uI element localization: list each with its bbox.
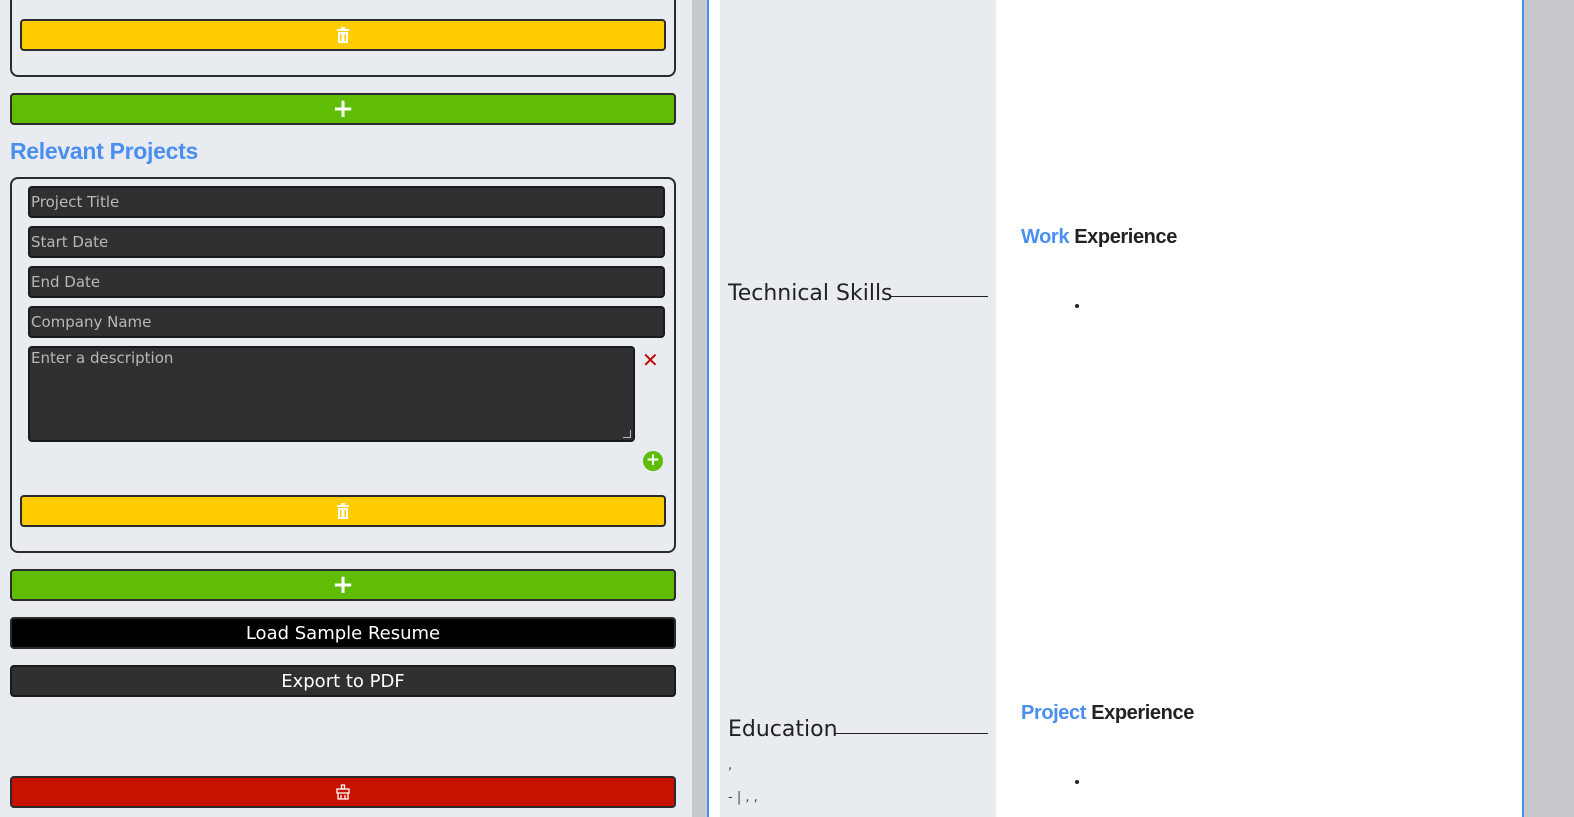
project-end-date-input[interactable]: End Date bbox=[28, 266, 665, 298]
reset-button[interactable] bbox=[10, 776, 676, 808]
work-bullet bbox=[1075, 304, 1079, 308]
add-project-button[interactable]: + bbox=[10, 569, 676, 601]
trash-icon bbox=[337, 503, 349, 519]
add-experience-button[interactable]: + bbox=[10, 93, 676, 125]
export-pdf-button[interactable]: Export to PDF bbox=[10, 665, 676, 697]
close-icon[interactable]: ✕ bbox=[642, 350, 659, 370]
project-experience-heading: Project Experience bbox=[1021, 702, 1194, 725]
project-bullet bbox=[1075, 780, 1079, 784]
education-entry-line: , bbox=[728, 758, 733, 773]
delete-entry-button[interactable] bbox=[20, 19, 666, 51]
education-rule bbox=[834, 733, 988, 734]
work-experience-heading: Work Experience bbox=[1021, 226, 1177, 249]
education-entry-details: - | , , bbox=[728, 790, 758, 805]
resize-handle[interactable] bbox=[623, 430, 631, 438]
project-company-input[interactable]: Company Name bbox=[28, 306, 665, 338]
plus-icon: + bbox=[332, 94, 354, 124]
work-heading-accent: Work bbox=[1021, 226, 1070, 248]
education-heading: Education bbox=[728, 717, 838, 742]
plus-circle-icon[interactable]: + bbox=[643, 451, 663, 471]
project-heading-rest: Experience bbox=[1091, 702, 1194, 724]
project-title-input[interactable]: Project Title bbox=[28, 186, 665, 218]
project-start-date-input[interactable]: Start Date bbox=[28, 226, 665, 258]
resume-editor-panel: + Relevant Projects Project Title Start … bbox=[0, 0, 692, 817]
project-heading-accent: Project bbox=[1021, 702, 1087, 724]
delete-project-button[interactable] bbox=[20, 495, 666, 527]
trash-icon bbox=[337, 27, 349, 43]
work-heading-rest: Experience bbox=[1074, 226, 1177, 248]
previous-entry-card bbox=[10, 0, 676, 77]
plus-icon: + bbox=[332, 570, 354, 600]
technical-skills-rule bbox=[891, 296, 988, 297]
description-placeholder: Enter a description bbox=[31, 349, 174, 367]
load-sample-resume-button[interactable]: Load Sample Resume bbox=[10, 617, 676, 649]
projects-section-title: Relevant Projects bbox=[10, 138, 198, 164]
reset-icon bbox=[336, 784, 350, 800]
technical-skills-heading: Technical Skills bbox=[728, 281, 893, 306]
resume-sidebar bbox=[720, 0, 996, 817]
project-description-textarea[interactable]: Enter a description bbox=[28, 346, 635, 442]
